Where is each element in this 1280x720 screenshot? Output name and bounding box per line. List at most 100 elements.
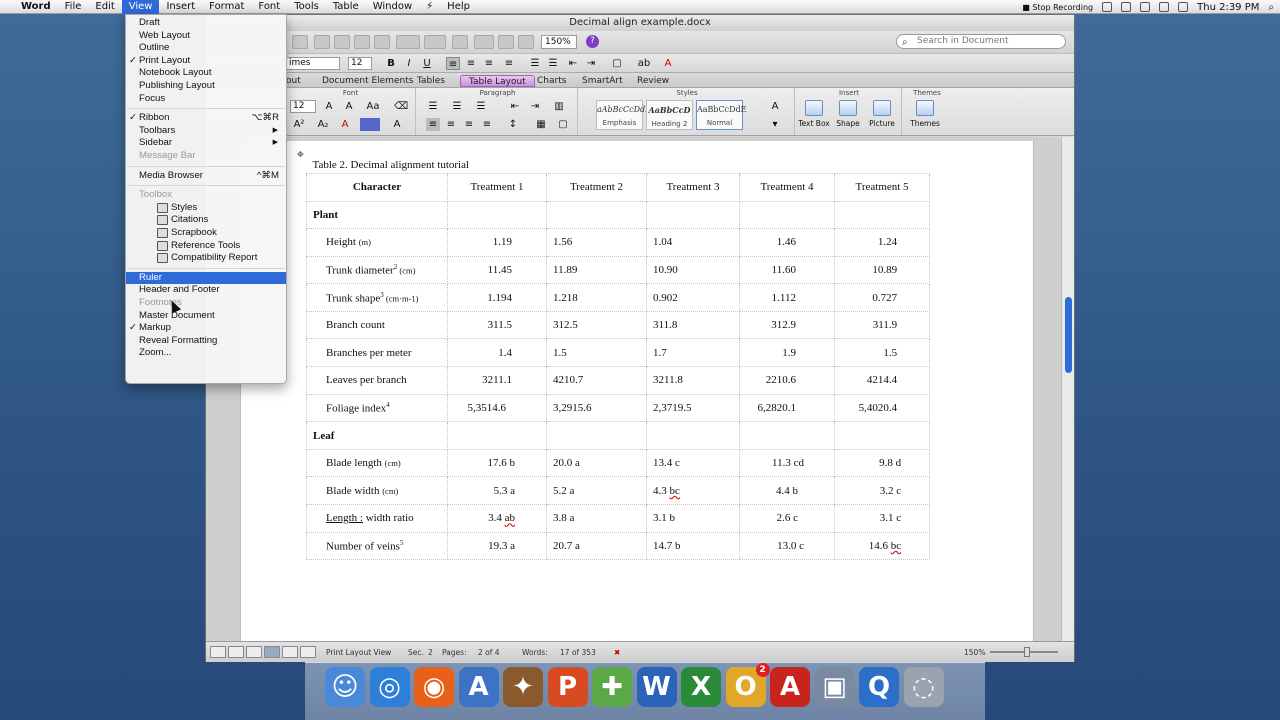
table-cell[interactable]: 13.4 c (646, 448, 740, 478)
table-cell[interactable] (646, 421, 740, 450)
bluetooth-icon[interactable] (1121, 2, 1132, 12)
table-row[interactable]: Branches per meter 1.4 1.5 1.7 1.9 1.5 (306, 338, 931, 368)
maps-icon[interactable]: ✚ (592, 667, 632, 707)
menu-format[interactable]: Format (202, 0, 251, 14)
clear-format-button[interactable]: ⌫ (394, 100, 408, 113)
finder-icon[interactable]: ☺ (325, 667, 365, 707)
view-menu-item-reference-tools[interactable]: Reference Tools (126, 240, 286, 253)
indent-button[interactable]: ⇥ (584, 57, 598, 70)
table-cell[interactable]: 3211.8 (646, 366, 740, 395)
zoom-slider-handle[interactable] (1024, 647, 1030, 657)
table-cell[interactable]: 1.112 (739, 283, 835, 312)
table-cell[interactable]: 14.7 b (646, 531, 740, 561)
view-menu-item-header-and-footer[interactable]: Header and Footer (126, 284, 286, 297)
zoom-slider[interactable] (990, 647, 1058, 657)
table-header-cell[interactable]: Treatment 2 (546, 172, 647, 202)
menu-help[interactable]: Help (440, 0, 477, 14)
table-cell[interactable]: 1.218 (546, 283, 647, 312)
table-row[interactable]: Branch count 311.5 312.5 311.8 312.9 311.9 (306, 310, 931, 340)
menu-app[interactable]: Word (14, 0, 58, 14)
table-cell[interactable] (546, 200, 647, 230)
numbered-list-button[interactable]: ☰ (528, 57, 542, 70)
pilcrow-icon[interactable] (452, 35, 468, 49)
align-left-icon[interactable]: ≡ (426, 118, 440, 131)
menu-script-icon[interactable]: ⚡ (419, 0, 440, 14)
table-cell[interactable]: 2,3719.5 (646, 393, 740, 423)
view-menu-item-draft[interactable]: Draft (126, 17, 286, 30)
excel-icon[interactable]: X (681, 667, 721, 707)
table-header-cell[interactable]: Treatment 5 (833, 172, 931, 202)
view-menu-item-citations[interactable]: Citations (126, 214, 286, 227)
table-cell[interactable]: 13.0 c (739, 531, 835, 561)
table-row-label[interactable]: Foliage index4 (306, 393, 448, 423)
subscript-button[interactable]: A₂ (316, 118, 330, 131)
table-icon[interactable] (474, 35, 494, 49)
table-cell[interactable] (646, 200, 740, 230)
view-menu-item-focus[interactable]: Focus (126, 93, 286, 106)
table-cell[interactable]: 11.60 (739, 255, 835, 285)
view-menu-item-styles[interactable]: Styles (126, 202, 286, 215)
view-menu-item-scrapbook[interactable]: Scrapbook (126, 227, 286, 240)
table-row-label[interactable]: Trunk shape3 (cm·m-1) (306, 283, 448, 312)
table-cell[interactable]: 1.56 (546, 228, 647, 257)
table-cell[interactable]: 11.45 (447, 255, 547, 285)
stop-recording-item[interactable]: ■ Stop Recording (1022, 3, 1093, 12)
table-cell[interactable]: 311.8 (646, 310, 740, 340)
table-cell[interactable]: 5,3514.6 (447, 393, 547, 423)
view-menu-item-reveal-formatting[interactable]: Reveal Formatting (126, 335, 286, 348)
table-cell[interactable]: 311.9 (833, 310, 931, 340)
table-cell[interactable]: 1.24 (833, 228, 931, 257)
cut-icon[interactable] (314, 35, 330, 49)
table-cell[interactable] (833, 200, 931, 230)
menu-tools[interactable]: Tools (287, 0, 326, 14)
table-row-label[interactable]: Blade width (cm) (306, 476, 448, 506)
dropbox-icon[interactable] (1102, 2, 1113, 12)
table-cell[interactable]: 10.89 (833, 255, 931, 285)
outlook-icon[interactable]: O2 (725, 663, 770, 707)
table-cell[interactable]: 1.9 (739, 338, 835, 368)
menu-edit[interactable]: Edit (88, 0, 121, 14)
view-menu-item-web-layout[interactable]: Web Layout (126, 30, 286, 43)
table-cell[interactable]: 5.3 a (447, 476, 547, 506)
style-emphasis[interactable]: aAbBcCcDdEe Emphasis (596, 100, 656, 130)
table-cell[interactable] (739, 200, 835, 230)
focus-view-button[interactable] (300, 646, 316, 658)
notebook-view-button[interactable] (282, 646, 298, 658)
view-menu-item-outline[interactable]: Outline (126, 42, 286, 55)
table-cell[interactable]: 1.46 (739, 228, 835, 257)
app-store-icon[interactable]: A (458, 667, 499, 707)
table-cell[interactable]: 1.19 (447, 228, 547, 257)
align-right-button[interactable]: ≡ (482, 57, 496, 70)
undo-icon[interactable] (396, 35, 420, 49)
table-row-label[interactable]: Height (m) (306, 228, 448, 257)
table-section-label[interactable]: Leaf (306, 421, 448, 450)
view-menu-item-print-layout[interactable]: ✓ Print Layout (126, 55, 286, 68)
table-row[interactable]: Trunk shape3 (cm·m-1) 1.194 1.218 0.902 1.11… (306, 283, 931, 312)
table-cell[interactable]: 11.89 (546, 255, 647, 285)
italic-button[interactable]: I (402, 57, 416, 70)
outdent-button[interactable]: ⇤ (566, 57, 580, 70)
columns-icon[interactable] (498, 35, 514, 49)
table-cell[interactable]: 1.194 (447, 283, 547, 312)
table-section-label[interactable]: Plant (306, 200, 448, 230)
table-cell[interactable]: 0.727 (833, 283, 931, 312)
bold-button[interactable]: B (384, 57, 398, 70)
draft-view-button[interactable] (210, 646, 226, 658)
firefox-icon[interactable]: ◉ (414, 667, 454, 707)
table-row-label[interactable]: Leaves per branch (306, 366, 448, 395)
increase-indent-icon[interactable]: ⇥ (528, 100, 542, 113)
acrobat-icon[interactable]: A (770, 667, 810, 707)
styles-pane-icon[interactable]: A (768, 100, 782, 113)
eagle-icon[interactable]: ✦ (503, 667, 543, 707)
table-cell[interactable]: 3211.1 (447, 366, 547, 395)
font-color-button[interactable]: A (661, 57, 675, 70)
table-cell[interactable]: 10.90 (646, 255, 740, 285)
menu-file[interactable]: File (58, 0, 89, 14)
view-menu-item-notebook-layout[interactable]: Notebook Layout (126, 67, 286, 80)
table-cell[interactable]: 1.4 (447, 338, 547, 368)
font-size-field[interactable]: 12 (348, 57, 372, 70)
table-row-label[interactable]: Length : width ratio (306, 504, 448, 533)
borders-button[interactable]: ▢ (610, 57, 624, 70)
table-cell[interactable]: 4210.7 (546, 366, 647, 395)
table-cell[interactable] (833, 421, 931, 450)
